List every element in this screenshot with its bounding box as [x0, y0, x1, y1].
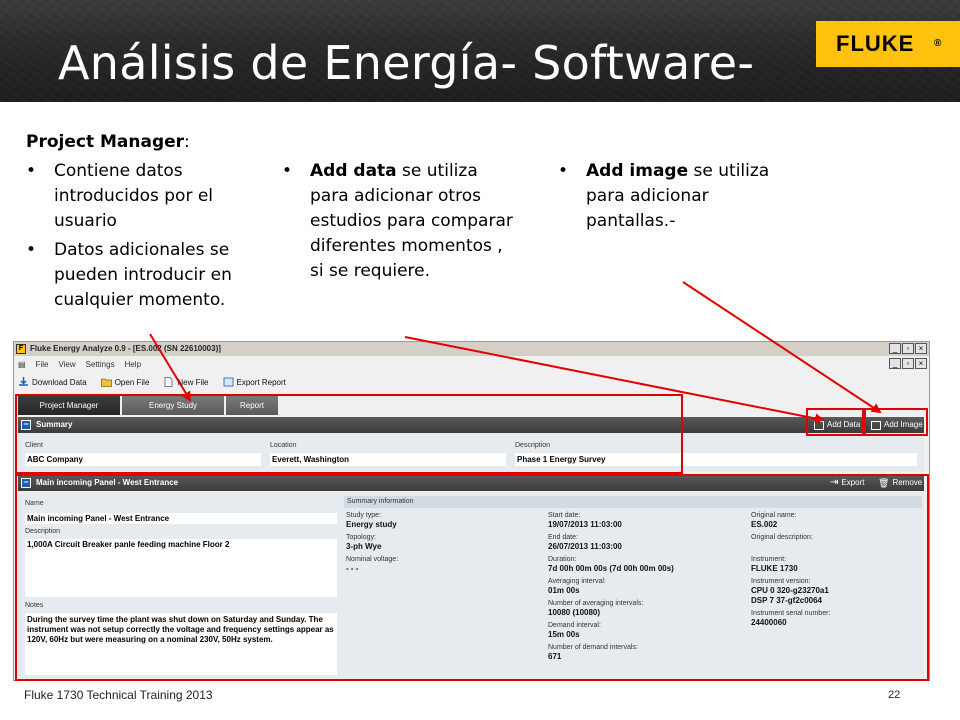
footer-text: Fluke 1730 Technical Training 2013: [24, 688, 213, 702]
page-number: 22: [888, 689, 901, 701]
arrow-project-manager: [149, 333, 192, 402]
arrow-add-image: [682, 281, 882, 414]
annotation-arrows: [149, 281, 882, 424]
arrow-add-data: [404, 336, 825, 424]
